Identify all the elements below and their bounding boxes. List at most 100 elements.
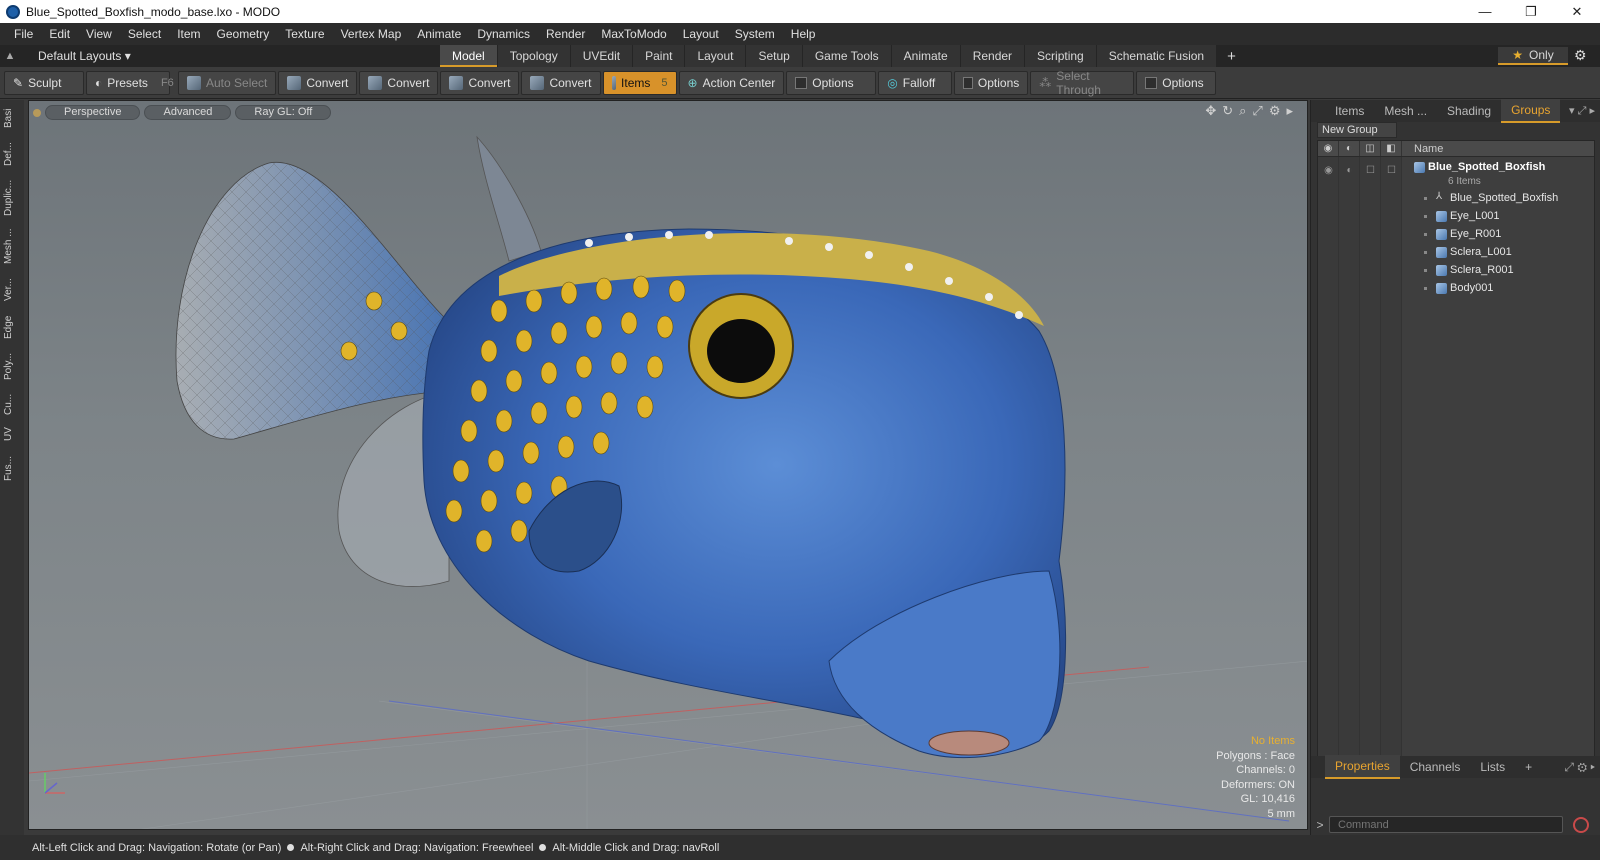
menu-dynamics[interactable]: Dynamics	[469, 23, 538, 45]
tab-mesh[interactable]: Mesh ...	[1374, 100, 1437, 122]
row-select-checkbox[interactable]: ☐	[1381, 165, 1402, 176]
vtab-uv[interactable]: UV	[3, 422, 21, 446]
viewport-settings-icon[interactable]: ⚙	[1269, 103, 1281, 119]
tab-items[interactable]: Items	[1311, 100, 1374, 122]
action-center-options-button[interactable]: Options	[786, 70, 877, 95]
row-render-icon[interactable]: ◐	[1339, 165, 1360, 176]
menu-view[interactable]: View	[78, 23, 120, 45]
menu-edit[interactable]: Edit	[41, 23, 78, 45]
tab-setup[interactable]: Setup	[746, 45, 802, 67]
tab-schematic-fusion[interactable]: Schematic Fusion	[1096, 45, 1217, 67]
tab-lists[interactable]: Lists	[1470, 756, 1515, 778]
menu-select[interactable]: Select	[120, 23, 169, 45]
action-center-button[interactable]: ⊕ Action Center	[678, 70, 785, 95]
name-column-header[interactable]: Name	[1402, 141, 1443, 156]
menu-geometry[interactable]: Geometry	[209, 23, 278, 45]
add-tab-button[interactable]: +	[1515, 756, 1542, 778]
minimize-button[interactable]: —	[1462, 0, 1508, 23]
convert-edges-button[interactable]: Convert	[359, 70, 439, 95]
fit-icon[interactable]: ⤢	[1252, 103, 1262, 119]
properties-options-icon[interactable]: ⤢ ⚙ ▸	[1564, 760, 1600, 775]
view-type-dropdown[interactable]: Perspective	[45, 105, 141, 120]
command-input[interactable]	[1329, 816, 1563, 833]
vtab-duplicate[interactable]: Duplic...	[3, 176, 21, 220]
vtab-basic[interactable]: Basi	[3, 104, 21, 132]
orbit-icon[interactable]: ↻	[1222, 103, 1233, 119]
menu-maxtomodo[interactable]: MaxToModo	[593, 23, 674, 45]
collapse-arrow-icon[interactable]: ▲	[0, 50, 20, 62]
vtab-vertex[interactable]: Ver...	[3, 272, 21, 308]
only-toggle[interactable]: ★ Only	[1498, 47, 1568, 65]
vtab-polygon[interactable]: Poly...	[3, 346, 21, 386]
tab-groups[interactable]: Groups	[1501, 99, 1561, 123]
tab-game-tools[interactable]: Game Tools	[802, 45, 891, 67]
restore-button[interactable]: ❐	[1508, 0, 1554, 23]
vtab-curve[interactable]: Cu...	[3, 390, 21, 418]
list-item[interactable]: Eye_L001	[1402, 207, 1594, 225]
falloff-options-button[interactable]: Options	[954, 70, 1029, 95]
tab-render[interactable]: Render	[960, 45, 1025, 67]
group-root-row[interactable]: Blue_Spotted_Boxfish	[1402, 158, 1594, 176]
menu-vertex-map[interactable]: Vertex Map	[333, 23, 410, 45]
convert-vertices-button[interactable]: Convert	[278, 70, 358, 95]
new-group-button[interactable]: New Group	[1317, 122, 1397, 138]
convert-materials-button[interactable]: Convert	[521, 70, 601, 95]
select-through-button[interactable]: ⁂ Select Through	[1030, 69, 1135, 97]
auto-select-button[interactable]: Auto Select	[178, 70, 277, 95]
menu-layout[interactable]: Layout	[675, 23, 727, 45]
menu-item[interactable]: Item	[169, 23, 208, 45]
record-macro-icon[interactable]	[1573, 816, 1589, 833]
menu-render[interactable]: Render	[538, 23, 593, 45]
raygl-toggle[interactable]: Ray GL: Off	[235, 105, 332, 120]
sculpt-button[interactable]: ✎ Sculpt	[4, 70, 84, 95]
render-icon[interactable]: ◐	[1339, 141, 1360, 156]
tab-animate[interactable]: Animate	[891, 45, 960, 67]
list-item[interactable]: Sclera_L001	[1402, 243, 1594, 261]
menu-system[interactable]: System	[727, 23, 783, 45]
presets-button[interactable]: ◐ Presets F6	[86, 70, 174, 95]
tab-layout[interactable]: Layout	[685, 45, 746, 67]
falloff-button[interactable]: ◎ Falloff	[878, 70, 953, 95]
tab-shading[interactable]: Shading	[1437, 100, 1501, 122]
tab-properties[interactable]: Properties	[1325, 755, 1400, 779]
tab-scripting[interactable]: Scripting	[1025, 45, 1096, 67]
boxfish-render[interactable]	[29, 101, 1308, 830]
row-lock-checkbox[interactable]: ☐	[1360, 165, 1381, 176]
viewport-menu-dot[interactable]	[33, 108, 41, 117]
vtab-edge[interactable]: Edge	[3, 312, 21, 342]
menu-help[interactable]: Help	[783, 23, 824, 45]
visibility-eye-icon[interactable]: ◉	[1318, 141, 1339, 156]
menu-animate[interactable]: Animate	[409, 23, 469, 45]
lock-icon[interactable]: ◫	[1360, 141, 1381, 156]
command-history-icon[interactable]: >	[1311, 818, 1329, 832]
gear-icon[interactable]: ⚙	[1574, 47, 1587, 64]
select-icon[interactable]: ◧	[1381, 141, 1402, 156]
menu-texture[interactable]: Texture	[277, 23, 332, 45]
vtab-mesh[interactable]: Mesh ...	[3, 224, 21, 268]
row-eye-icon[interactable]: ◉	[1318, 165, 1339, 176]
expand-arrow-icon[interactable]: ▸	[1286, 103, 1293, 119]
list-item[interactable]: ⅄ Blue_Spotted_Boxfish	[1402, 189, 1594, 207]
select-through-options-button[interactable]: Options	[1136, 70, 1217, 95]
vtab-deform[interactable]: Def...	[3, 136, 21, 172]
default-layouts-dropdown[interactable]: Default Layouts ▾	[20, 49, 440, 63]
tab-topology[interactable]: Topology	[497, 45, 570, 67]
list-item[interactable]: Body001	[1402, 279, 1594, 297]
pan-icon[interactable]: ✥	[1205, 103, 1216, 119]
3d-viewport[interactable]: Perspective Advanced Ray GL: Off ✥ ↻ ⌕ ⤢…	[28, 100, 1308, 830]
list-item[interactable]: Sclera_R001	[1402, 261, 1594, 279]
convert-polygons-button[interactable]: Convert	[440, 70, 520, 95]
tab-model[interactable]: Model	[440, 45, 497, 67]
tab-paint[interactable]: Paint	[633, 45, 685, 67]
close-button[interactable]: ✕	[1554, 0, 1600, 23]
tab-uvedit[interactable]: UVEdit	[570, 45, 633, 67]
shading-mode-dropdown[interactable]: Advanced	[144, 105, 232, 120]
items-mode-button[interactable]: Items 5	[602, 70, 677, 95]
add-layout-button[interactable]: +	[1217, 48, 1246, 65]
menu-file[interactable]: File	[6, 23, 41, 45]
zoom-icon[interactable]: ⌕	[1239, 103, 1246, 119]
vtab-fusion[interactable]: Fus...	[3, 450, 21, 486]
panel-options-icon[interactable]: ▾ ⤢ ▸	[1569, 104, 1600, 118]
list-item[interactable]: Eye_R001	[1402, 225, 1594, 243]
tab-channels[interactable]: Channels	[1400, 756, 1471, 778]
